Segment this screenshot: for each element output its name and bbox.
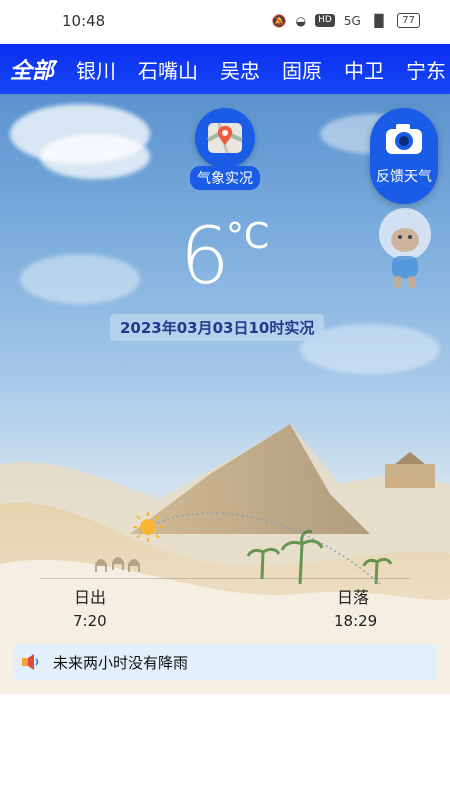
- observation-label: 气象实况: [190, 166, 260, 190]
- cloud-decoration: [20, 254, 140, 304]
- region-tabs: 全部 银川 石嘴山 吴忠 固原 中卫 宁东: [0, 44, 450, 94]
- map-pin-icon: [195, 108, 255, 168]
- rain-forecast-notice[interactable]: 未来两小时没有降雨: [13, 644, 437, 680]
- feedback-weather-button[interactable]: 反馈天气: [370, 108, 438, 204]
- feedback-label: 反馈天气: [376, 169, 432, 185]
- current-temperature: 6 °C: [180, 212, 269, 302]
- sunset-label: 日落: [337, 588, 370, 607]
- observation-time: 2023年03月03日10时实况: [110, 314, 325, 341]
- status-time: 10:48: [62, 12, 106, 30]
- weather-scene: 气象实况 反馈天气 6 °C 2023年03月03日10时实况: [0, 94, 450, 694]
- tab-wuzhong[interactable]: 吴忠: [220, 55, 260, 84]
- mute-icon: 🔕: [271, 13, 287, 28]
- tab-ningdong[interactable]: 宁东: [406, 55, 446, 84]
- tab-all[interactable]: 全部: [10, 53, 54, 85]
- wifi-icon: ◒: [295, 13, 307, 28]
- temperature-value: 6: [180, 212, 230, 302]
- status-bar: 10:48 🔕 ◒ HD 5G ▐▌ 77: [0, 0, 450, 44]
- weather-observation-button[interactable]: 气象实况: [190, 108, 260, 190]
- tab-yinchuan[interactable]: 银川: [76, 55, 116, 84]
- battery-icon: 77: [397, 13, 420, 28]
- tab-shizuishan[interactable]: 石嘴山: [138, 55, 198, 84]
- speaker-icon: [22, 654, 39, 670]
- signal-label: 5G: [343, 13, 361, 28]
- horizon-line: [40, 578, 410, 579]
- sunrise-time: 7:20: [73, 612, 107, 630]
- rain-forecast-text: 未来两小时没有降雨: [53, 653, 189, 672]
- status-icons: 🔕 ◒ HD 5G ▐▌ 77: [272, 13, 420, 28]
- sunrise-label: 日出: [74, 588, 107, 607]
- signal-icon: ▐▌: [369, 13, 389, 28]
- tab-guyuan[interactable]: 固原: [282, 55, 322, 84]
- sheep-mascot-icon: [379, 208, 431, 288]
- temperature-unit: °C: [226, 216, 270, 257]
- hd-badge: HD: [315, 14, 335, 27]
- cloud-decoration: [40, 134, 150, 179]
- camera-icon: [370, 122, 438, 160]
- sunset-time: 18:29: [334, 612, 378, 630]
- tab-zhongwei[interactable]: 中卫: [344, 55, 384, 84]
